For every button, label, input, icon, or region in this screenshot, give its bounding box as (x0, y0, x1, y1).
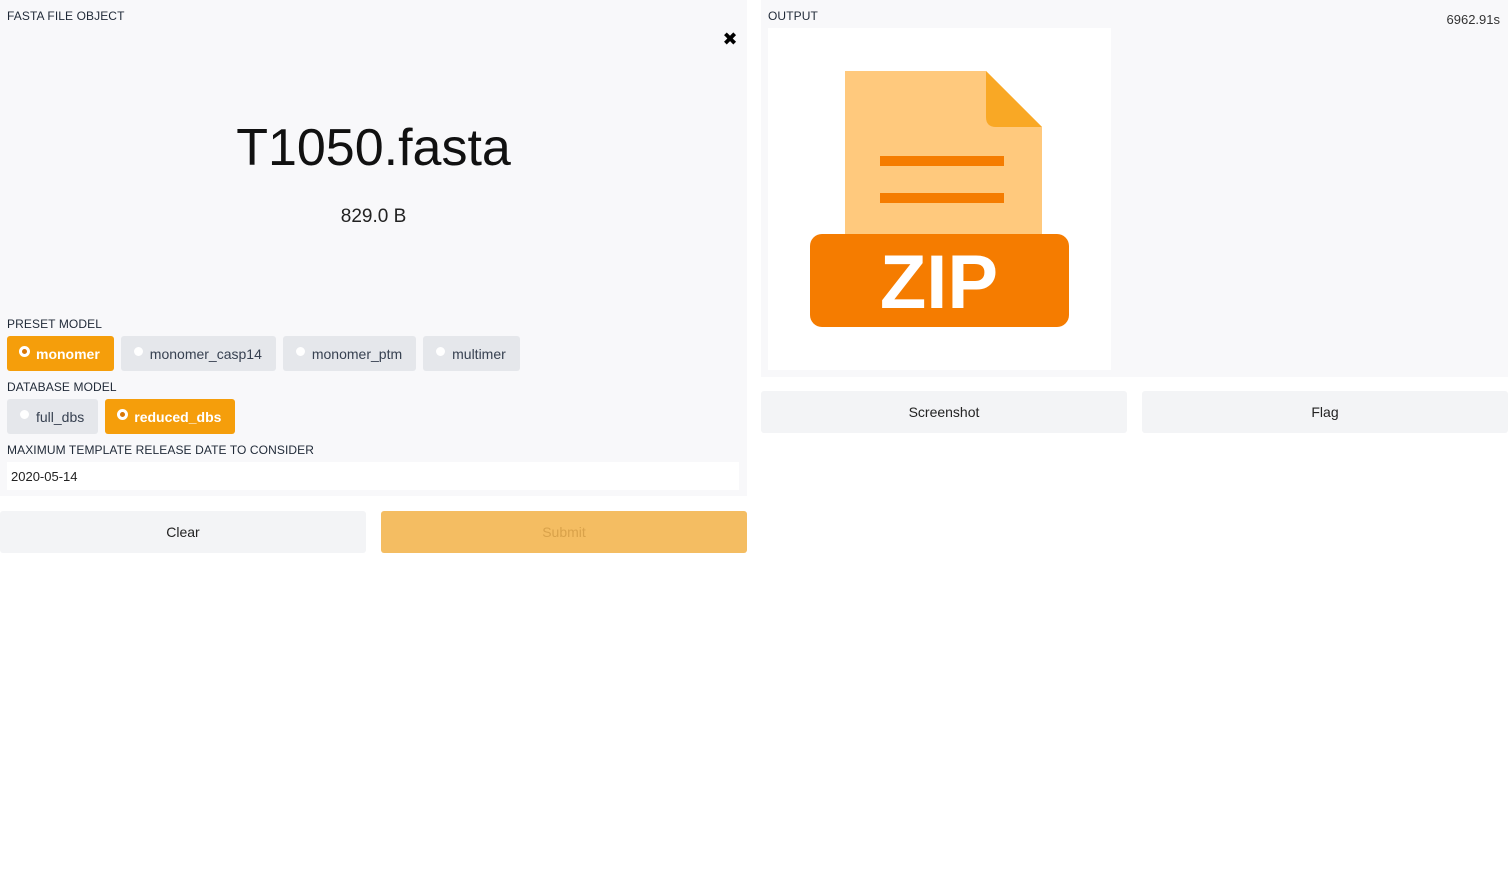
radio-dot (132, 346, 144, 357)
output-file[interactable]: ZIP (768, 28, 1111, 370)
radio-dot (19, 409, 30, 420)
database-model-label: DATABASE MODEL (7, 380, 117, 394)
radio-label: monomer (36, 345, 100, 362)
fasta-file-panel[interactable]: FASTA FILE OBJECT ✖ T1050.fasta 829.0 B … (0, 0, 747, 496)
radio-dot (19, 346, 30, 357)
preset-model-radio-group: monomer monomer_casp14 monomer_ptm multi… (7, 336, 520, 371)
radio-dot (294, 346, 306, 357)
radio-reduced-dbs[interactable]: reduced_dbs (105, 399, 236, 434)
radio-monomer[interactable]: monomer (7, 336, 114, 371)
file-name: T1050.fasta (236, 119, 511, 177)
radio-full-dbs[interactable]: full_dbs (7, 399, 99, 434)
radio-label: full_dbs (36, 408, 85, 425)
max-date-input[interactable] (7, 462, 739, 490)
radio-monomer-ptm[interactable]: monomer_ptm (282, 336, 417, 371)
close-icon[interactable]: ✖ (720, 29, 740, 49)
radio-label: reduced_dbs (134, 408, 222, 425)
zip-file-icon: ZIP (810, 71, 1069, 327)
radio-multimer[interactable]: multimer (423, 336, 520, 371)
preset-model-label: PRESET MODEL (7, 317, 103, 331)
radio-label: monomer_casp14 (149, 345, 262, 362)
max-date-label: MAXIMUM TEMPLATE RELEASE DATE TO CONSIDE… (7, 443, 315, 457)
output-label: OUTPUT (768, 9, 818, 23)
radio-monomer-casp14[interactable]: monomer_casp14 (120, 336, 276, 371)
radio-dot (117, 409, 129, 420)
screenshot-button[interactable]: Screenshot (761, 391, 1127, 433)
flag-button[interactable]: Flag (1142, 391, 1508, 433)
zip-text: ZIP (880, 240, 998, 325)
radio-label: multimer (452, 345, 506, 362)
clear-button[interactable]: Clear (0, 511, 366, 553)
file-size: 829.0 B (340, 206, 407, 227)
database-model-radio-group: full_dbs reduced_dbs (7, 399, 236, 434)
fasta-file-label: FASTA FILE OBJECT (7, 9, 125, 23)
submit-button[interactable]: Submit (381, 511, 747, 553)
radio-label: monomer_ptm (311, 345, 403, 362)
timer: 6962.91s (1446, 12, 1501, 27)
radio-dot (435, 346, 447, 357)
